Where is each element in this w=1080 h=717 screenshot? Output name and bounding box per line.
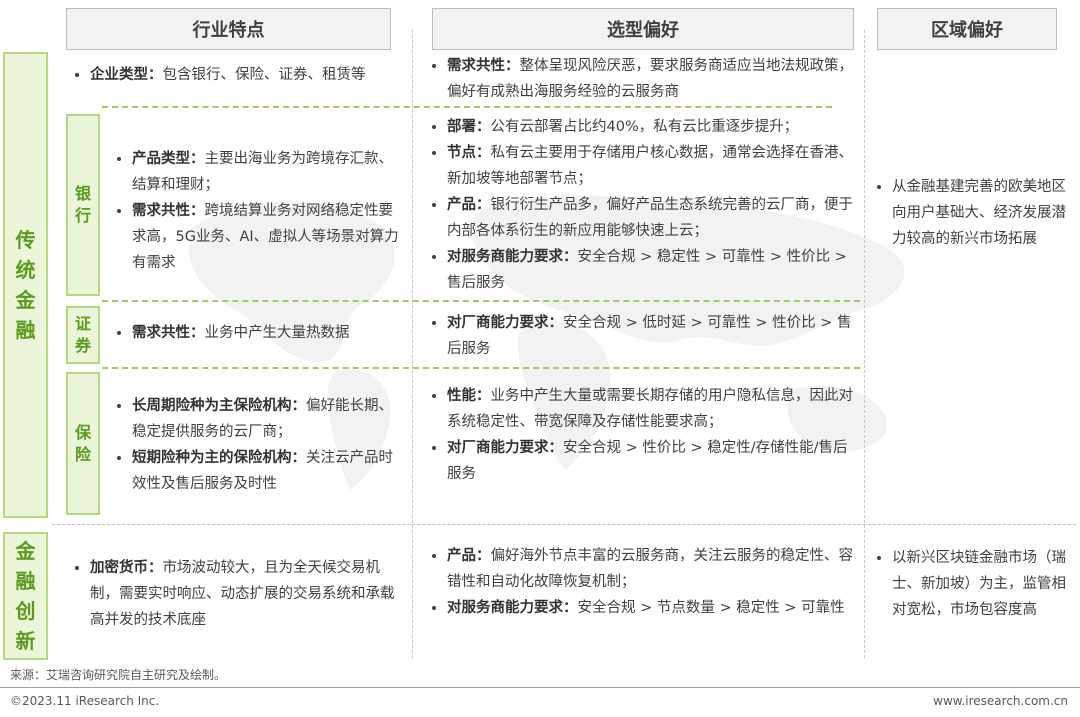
cell-region-innovation: 以新兴区块链金融市场（瑞士、新加坡）为主，监管相对宽松，市场包容度高 — [872, 545, 1072, 623]
item-key: 需求共性： — [132, 203, 205, 219]
section-label-innovation: 金融创新 — [3, 532, 48, 660]
item-key: 需求共性： — [447, 58, 520, 74]
list-item: 产品：银行衍生产品多，偏好产品生态系统完善的云厂商，便于内部各体系衍生的新应用能… — [427, 192, 860, 244]
list-item: 对厂商能力要求：安全合规 > 低时延 > 可靠性 > 性价比 > 售后服务 — [427, 310, 860, 362]
list-item: 节点：私有云主要用于存储用户核心数据，通常会选择在香港、新加坡等地部署节点； — [427, 140, 860, 192]
item-key: 性能： — [447, 388, 491, 404]
list-item: 需求共性：跨境结算业务对网络稳定性要求高，5G业务、AI、虚拟人等场景对算力有需… — [112, 198, 405, 276]
item-key: 产品类型： — [132, 151, 205, 167]
column-divider — [412, 30, 413, 658]
subsection-label-text: 保险 — [74, 422, 91, 464]
list-item: 对服务商能力要求：安全合规 > 节点数量 > 稳定性 > 可靠性 — [427, 595, 860, 621]
subsection-label-insurance: 保险 — [66, 372, 100, 515]
item-key: 对厂商能力要求： — [447, 315, 563, 331]
item-text: 私有云主要用于存储用户核心数据，通常会选择在香港、新加坡等地部署节点； — [447, 145, 853, 187]
list-item: 以新兴区块链金融市场（瑞士、新加坡）为主，监管相对宽松，市场包容度高 — [872, 545, 1072, 623]
row-divider — [102, 300, 860, 302]
list-item: 产品：偏好海外节点丰富的云服务商，关注云服务的稳定性、容错性和自动化故障恢复机制… — [427, 543, 860, 595]
section-label-traditional: 传统金融 — [3, 52, 48, 518]
row-divider — [102, 367, 860, 369]
item-key: 产品： — [447, 548, 491, 564]
list-item: 对厂商能力要求：安全合规 > 性价比 > 稳定性/存储性能/售后服务 — [427, 435, 860, 487]
list-item: 企业类型：包含银行、保险、证券、租赁等 — [70, 62, 410, 88]
header-preference: 选型偏好 — [432, 8, 854, 50]
cell-innovation-industry: 加密货币：市场波动较大，且为全天候交易机制，需要实时响应、动态扩展的交易系统和承… — [70, 555, 405, 633]
list-item: 长周期险种为主保险机构：偏好能长期、稳定提供服务的云厂商； — [112, 393, 405, 445]
cell-insurance-industry: 长周期险种为主保险机构：偏好能长期、稳定提供服务的云厂商； 短期险种为主的保险机… — [112, 393, 405, 497]
list-item: 从金融基建完善的欧美地区向用户基础大、经济发展潜力较高的新兴市场拓展 — [872, 174, 1072, 252]
subsection-label-securities: 证券 — [66, 306, 100, 364]
item-key: 短期险种为主的保险机构： — [132, 450, 306, 466]
cell-enterprise-industry: 企业类型：包含银行、保险、证券、租赁等 — [70, 62, 410, 88]
item-key: 加密货币： — [90, 560, 163, 576]
item-key: 产品： — [447, 197, 491, 213]
list-item: 短期险种为主的保险机构：关注云产品时效性及售后服务及时性 — [112, 445, 405, 497]
subsection-label-text: 银行 — [74, 184, 91, 225]
cell-enterprise-preference: 需求共性：整体呈现风险厌恶，要求服务商适应当地法规政策，偏好有成熟出海服务经验的… — [427, 53, 857, 105]
item-text: 业务中产生大量热数据 — [204, 325, 350, 341]
item-text: 从金融基建完善的欧美地区向用户基础大、经济发展潜力较高的新兴市场拓展 — [892, 179, 1066, 247]
cell-bank-preference: 部署：公有云部署占比约40%，私有云比重逐步提升； 节点：私有云主要用于存储用户… — [427, 114, 860, 296]
item-text: 银行衍生产品多，偏好产品生态系统完善的云厂商，便于内部各体系衍生的新应用能够快速… — [447, 197, 853, 239]
list-item: 部署：公有云部署占比约40%，私有云比重逐步提升； — [427, 114, 860, 140]
list-item: 性能：业务中产生大量或需要长期存储的用户隐私信息，因此对系统稳定性、带宽保障及存… — [427, 383, 860, 435]
item-key: 长周期险种为主保险机构： — [132, 398, 306, 414]
cell-innovation-preference: 产品：偏好海外节点丰富的云服务商，关注云服务的稳定性、容错性和自动化故障恢复机制… — [427, 543, 860, 621]
row-divider — [102, 106, 832, 108]
subsection-label-text: 证券 — [74, 314, 91, 355]
footer-divider — [0, 687, 1080, 688]
header-industry: 行业特点 — [66, 8, 391, 50]
item-text: 公有云部署占比约40%，私有云比重逐步提升； — [490, 119, 799, 135]
item-text: 偏好海外节点丰富的云服务商，关注云服务的稳定性、容错性和自动化故障恢复机制； — [447, 548, 853, 590]
cell-region-traditional: 从金融基建完善的欧美地区向用户基础大、经济发展潜力较高的新兴市场拓展 — [872, 174, 1072, 252]
copyright: ©2023.11 iResearch Inc. — [10, 694, 160, 708]
item-key: 企业类型： — [90, 67, 163, 83]
item-key: 需求共性： — [132, 325, 205, 341]
item-text: 业务中产生大量或需要长期存储的用户隐私信息，因此对系统稳定性、带宽保障及存储性能… — [447, 388, 853, 430]
list-item: 需求共性：整体呈现风险厌恶，要求服务商适应当地法规政策，偏好有成熟出海服务经验的… — [427, 53, 857, 105]
item-key: 对服务商能力要求： — [447, 600, 578, 616]
item-text: 安全合规 > 节点数量 > 稳定性 > 可靠性 — [577, 600, 845, 616]
subsection-label-bank: 银行 — [66, 114, 100, 296]
item-key: 节点： — [447, 145, 491, 161]
cell-securities-preference: 对厂商能力要求：安全合规 > 低时延 > 可靠性 > 性价比 > 售后服务 — [427, 310, 860, 362]
item-key: 部署： — [447, 119, 491, 135]
item-key: 对服务商能力要求： — [447, 249, 578, 265]
list-item: 产品类型：主要出海业务为跨境存汇款、结算和理财； — [112, 146, 405, 198]
section-label-text: 金融创新 — [15, 539, 36, 653]
cell-insurance-preference: 性能：业务中产生大量或需要长期存储的用户隐私信息，因此对系统稳定性、带宽保障及存… — [427, 383, 860, 487]
cell-securities-industry: 需求共性：业务中产生大量热数据 — [112, 320, 405, 346]
item-key: 对厂商能力要求： — [447, 440, 563, 456]
column-divider — [864, 30, 865, 658]
list-item: 对服务商能力要求：安全合规 > 稳定性 > 可靠性 > 性价比 > 售后服务 — [427, 244, 860, 296]
list-item: 加密货币：市场波动较大，且为全天候交易机制，需要实时响应、动态扩展的交易系统和承… — [70, 555, 405, 633]
cell-bank-industry: 产品类型：主要出海业务为跨境存汇款、结算和理财； 需求共性：跨境结算业务对网络稳… — [112, 146, 405, 276]
source-note: 来源：艾瑞咨询研究院自主研究及绘制。 — [10, 668, 227, 682]
header-region: 区域偏好 — [877, 8, 1057, 50]
item-text: 以新兴区块链金融市场（瑞士、新加坡）为主，监管相对宽松，市场包容度高 — [892, 550, 1066, 618]
list-item: 需求共性：业务中产生大量热数据 — [112, 320, 405, 346]
section-label-text: 传统金融 — [15, 228, 36, 342]
section-divider — [52, 524, 1076, 525]
item-text: 包含银行、保险、证券、租赁等 — [162, 67, 366, 83]
website-link[interactable]: www.iresearch.com.cn — [933, 694, 1068, 708]
